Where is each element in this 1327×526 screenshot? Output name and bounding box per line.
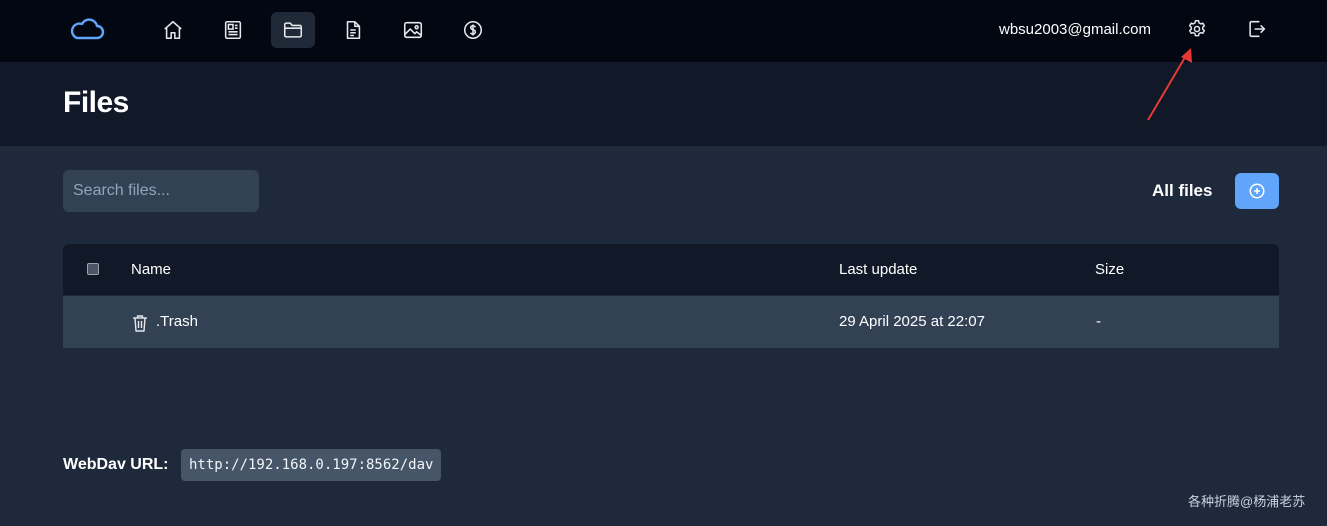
page-header — [0, 62, 1327, 146]
file-size: - — [1096, 313, 1101, 330]
nav-finance-button[interactable] — [451, 12, 495, 48]
top-navbar: wbsu2003@gmail.com — [0, 0, 1327, 62]
nav-notes-button[interactable] — [211, 12, 255, 48]
column-header-last-update[interactable]: Last update — [839, 261, 917, 278]
folder-icon — [283, 22, 303, 38]
image-icon — [403, 21, 423, 39]
user-email[interactable]: wbsu2003@gmail.com — [999, 21, 1151, 38]
search-input[interactable] — [63, 170, 259, 212]
document-icon — [346, 20, 361, 40]
annotation-arrow — [1147, 48, 1192, 121]
logout-icon[interactable] — [1246, 18, 1268, 40]
select-all-checkbox[interactable] — [87, 263, 99, 275]
add-file-button[interactable] — [1235, 173, 1279, 209]
watermark: 各种折腾@杨浦老苏 — [1188, 494, 1306, 509]
nav-photos-button[interactable] — [391, 12, 435, 48]
column-header-size[interactable]: Size — [1095, 261, 1124, 278]
table-header: Name Last update Size — [63, 244, 1279, 296]
plus-circle-icon — [1249, 183, 1265, 199]
cloud-logo-icon[interactable] — [67, 16, 107, 44]
webdav-url[interactable]: http://192.168.0.197:8562/dav — [181, 449, 442, 481]
dollar-icon — [463, 20, 483, 40]
all-files-filter[interactable]: All files — [1152, 181, 1212, 201]
file-last-update: 29 April 2025 at 22:07 — [839, 313, 985, 330]
gear-icon[interactable] — [1186, 18, 1208, 40]
nav-home-button[interactable] — [151, 12, 195, 48]
column-header-name[interactable]: Name — [131, 261, 171, 278]
home-icon — [164, 20, 182, 40]
nav-documents-button[interactable] — [331, 12, 375, 48]
files-table: Name Last update Size .Trash 29 April 20… — [63, 244, 1279, 348]
table-row[interactable]: .Trash 29 April 2025 at 22:07 - — [63, 296, 1279, 348]
page-title: Files — [63, 86, 129, 119]
webdav-label: WebDav URL: — [63, 456, 169, 473]
file-name[interactable]: .Trash — [156, 313, 198, 330]
nav-files-button[interactable] — [271, 12, 315, 48]
trash-icon — [133, 315, 147, 332]
newspaper-icon — [224, 20, 242, 40]
